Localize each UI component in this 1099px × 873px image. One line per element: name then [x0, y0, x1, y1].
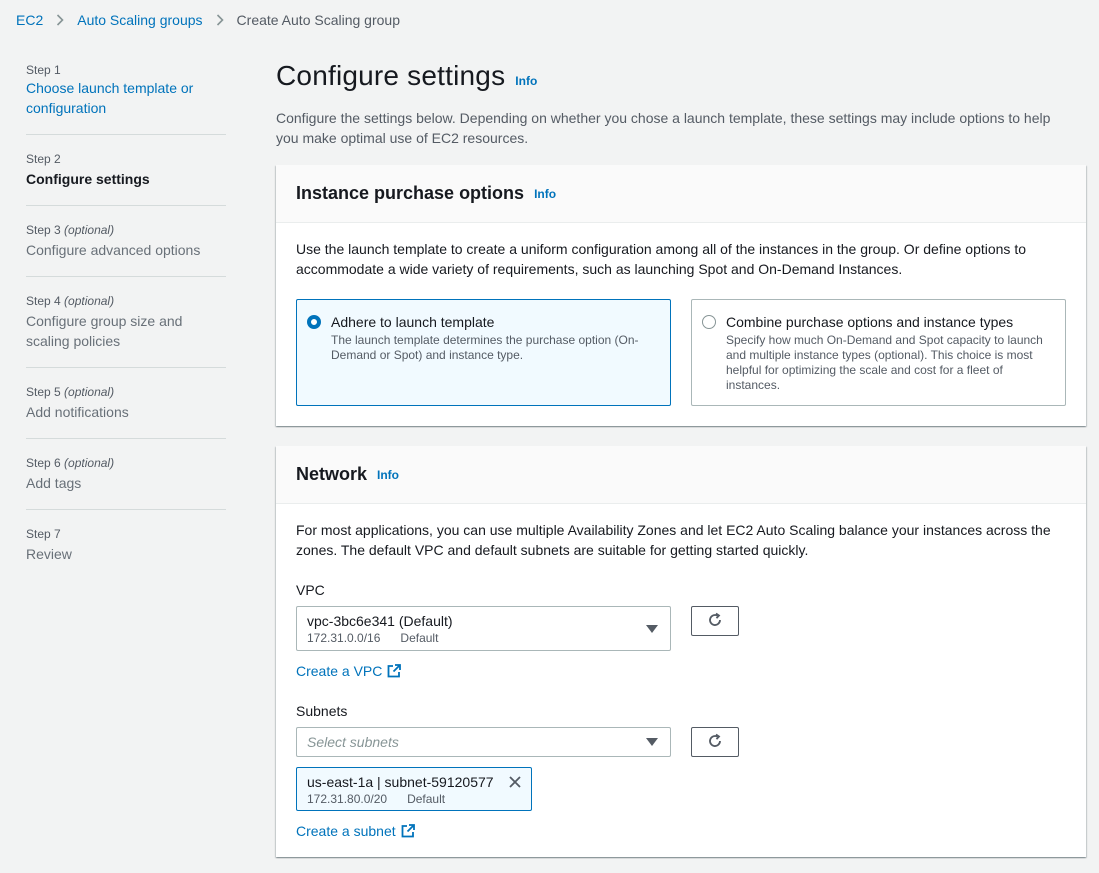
tile-title: Adhere to launch template — [331, 314, 495, 330]
subnets-placeholder: Select subnets — [307, 734, 399, 750]
external-link-icon — [387, 664, 402, 678]
panel-body: Use the launch template to create a unif… — [276, 223, 1086, 426]
page-info-link[interactable]: Info — [515, 74, 537, 88]
step-number-text: Step 3 — [26, 223, 61, 237]
breadcrumb-ec2[interactable]: EC2 — [16, 12, 43, 28]
step-optional: (optional) — [64, 294, 115, 308]
vpc-cidr: 172.31.0.0/16 — [307, 631, 381, 645]
step-optional: (optional) — [64, 223, 115, 237]
subnet-cidr: 172.31.80.0/20 — [307, 792, 388, 806]
refresh-icon — [707, 733, 723, 752]
panel-description: Use the launch template to create a unif… — [296, 241, 1026, 277]
page-description: Configure the settings below. Depending … — [276, 110, 1051, 146]
breadcrumb: EC2 Auto Scaling groups Create Auto Scal… — [16, 10, 400, 30]
step-5: Step 5 (optional) Add notifications — [26, 384, 226, 439]
refresh-vpc-button[interactable] — [691, 606, 739, 636]
option-adhere-launch-template[interactable]: Adhere to launch template The launch tem… — [296, 299, 671, 406]
step-number: Step 5 (optional) — [26, 384, 226, 400]
panel-header: Instance purchase options Info — [276, 165, 1086, 223]
step-number-text: Step 6 — [26, 456, 61, 470]
radio-selected[interactable] — [307, 315, 321, 329]
breadcrumb-current: Create Auto Scaling group — [236, 12, 400, 28]
network-panel: Network Info For most applications, you … — [276, 446, 1086, 857]
radio-unselected[interactable] — [702, 315, 716, 329]
create-subnet-link[interactable]: Create a subnet — [296, 821, 415, 841]
wizard-steps: Step 1 Choose launch template or configu… — [26, 60, 226, 596]
step-optional: (optional) — [64, 385, 115, 399]
step-number-text: Step 5 — [26, 385, 61, 399]
option-combine-purchase[interactable]: Combine purchase options and instance ty… — [691, 299, 1066, 406]
step-optional: (optional) — [64, 456, 115, 470]
chevron-right-icon — [56, 14, 64, 26]
caret-down-icon — [646, 624, 658, 633]
step-number: Step 6 (optional) — [26, 455, 226, 471]
subnet-token-label: us-east-1a | subnet-59120577 — [307, 774, 494, 790]
panel-description: For most applications, you can use multi… — [296, 522, 1051, 558]
step-title: Review — [26, 546, 72, 562]
caret-down-icon — [646, 738, 658, 746]
refresh-subnets-button[interactable] — [691, 727, 739, 757]
network-info-link[interactable]: Info — [377, 468, 399, 482]
breadcrumb-auto-scaling-groups[interactable]: Auto Scaling groups — [77, 12, 202, 28]
vpc-row: vpc-3bc6e341 (Default) 172.31.0.0/16 Defa… — [296, 606, 1066, 651]
step-number: Step 2 — [26, 152, 61, 166]
purchase-options-panel: Instance purchase options Info Use the l… — [276, 165, 1086, 426]
subnet-token-details: 172.31.80.0/20 Default — [307, 792, 507, 807]
step-3: Step 3 (optional) Configure advanced opt… — [26, 222, 226, 277]
tile-description: Specify how much On-Demand and Spot capa… — [726, 333, 1043, 392]
subnet-tag: Default — [407, 792, 446, 806]
page-title: Configure settings — [276, 60, 506, 91]
step-link-choose-launch-template[interactable]: Choose launch template or configuration — [26, 80, 193, 116]
subnets-label: Subnets — [296, 703, 348, 719]
close-icon[interactable] — [507, 774, 523, 790]
create-vpc-label: Create a VPC — [296, 663, 383, 679]
tile-description: The launch template determines the purch… — [331, 333, 639, 362]
create-subnet-row: Create a subnet — [296, 811, 1066, 841]
step-number: Step 7 — [26, 527, 61, 541]
tile-content: Adhere to launch template The launch tem… — [331, 312, 660, 395]
subnets-row: Select subnets — [296, 727, 1066, 757]
tile-title: Combine purchase options and instance ty… — [726, 314, 1014, 330]
step-number: Step 1 — [26, 63, 61, 77]
step-7: Step 7 Review — [26, 526, 226, 580]
step-title-current: Configure settings — [26, 171, 150, 187]
step-title: Configure advanced options — [26, 242, 201, 258]
step-title: Add tags — [26, 475, 82, 491]
vpc-select[interactable]: vpc-3bc6e341 (Default) 172.31.0.0/16 Defa… — [296, 606, 671, 651]
subnets-select[interactable]: Select subnets — [296, 727, 671, 757]
step-number-text: Step 4 — [26, 294, 61, 308]
page-header: Configure settings Info — [276, 60, 1087, 100]
panel-title: Network — [296, 464, 368, 484]
step-4: Step 4 (optional) Configure group size a… — [26, 293, 226, 368]
panel-body: For most applications, you can use multi… — [276, 504, 1086, 857]
vpc-selected-value: vpc-3bc6e341 (Default) — [307, 613, 453, 629]
tile-content: Combine purchase options and instance ty… — [726, 312, 1055, 395]
external-link-icon — [401, 824, 415, 838]
subnet-token: us-east-1a | subnet-59120577 172.31.80.0… — [296, 767, 532, 811]
main-content: Configure settings Info Configure the se… — [276, 60, 1087, 857]
create-vpc-link[interactable]: Create a VPC — [296, 661, 402, 681]
token-content: us-east-1a | subnet-59120577 172.31.80.0… — [307, 772, 507, 807]
purchase-option-tiles: Adhere to launch template The launch tem… — [296, 299, 1066, 406]
create-subnet-label: Create a subnet — [296, 823, 396, 839]
step-title: Add notifications — [26, 404, 129, 420]
step-2: Step 2 Configure settings — [26, 151, 226, 206]
refresh-icon — [707, 612, 723, 631]
vpc-label: VPC — [296, 582, 325, 598]
step-title: Configure group size and scaling policie… — [26, 313, 183, 349]
purchase-info-link[interactable]: Info — [534, 187, 556, 201]
step-1: Step 1 Choose launch template or configu… — [26, 62, 226, 135]
panel-title: Instance purchase options — [296, 183, 525, 203]
step-number: Step 4 (optional) — [26, 293, 226, 309]
step-6: Step 6 (optional) Add tags — [26, 455, 226, 510]
chevron-right-icon — [216, 14, 224, 26]
vpc-tag: Default — [400, 631, 439, 645]
panel-header: Network Info — [276, 446, 1086, 504]
step-number: Step 3 (optional) — [26, 222, 226, 238]
vpc-details: 172.31.0.0/16 Default — [307, 631, 640, 646]
